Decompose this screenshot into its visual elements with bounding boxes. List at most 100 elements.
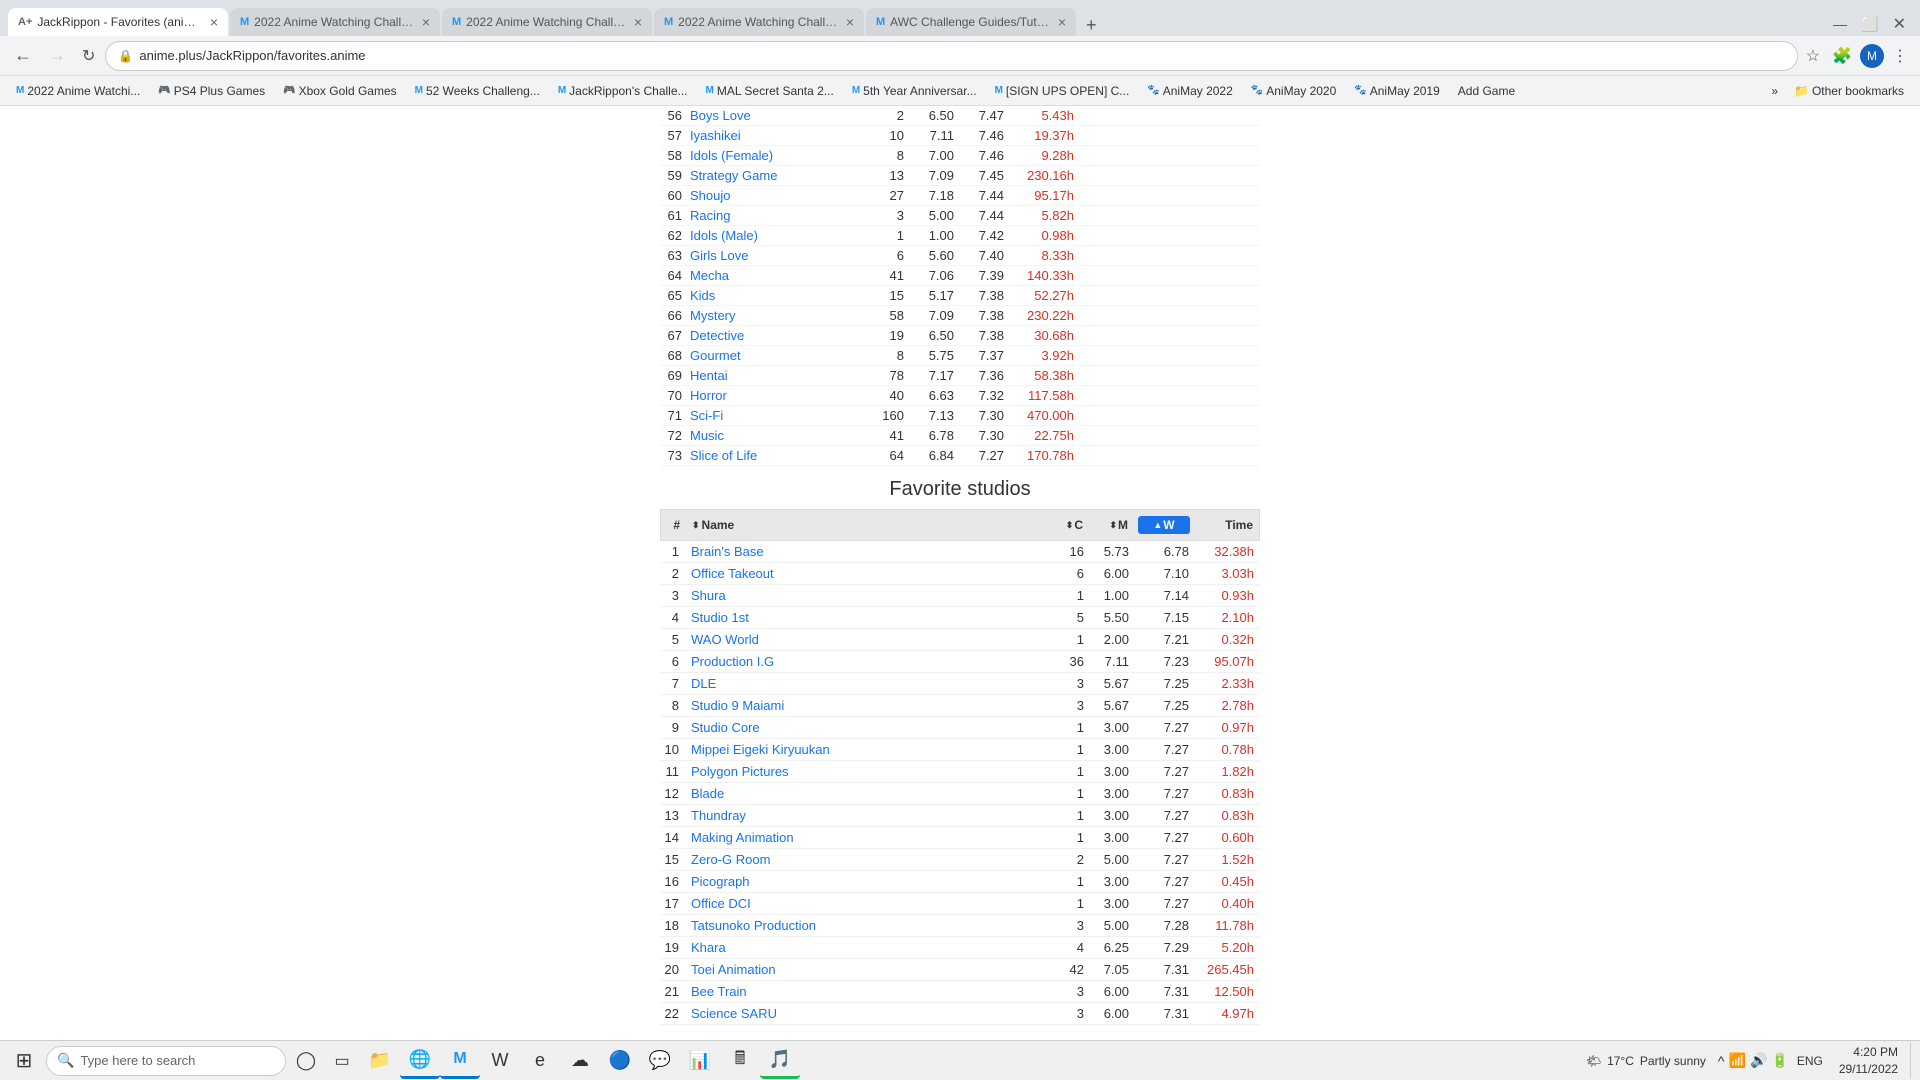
close-button[interactable]: ✕	[1887, 12, 1912, 36]
studio-name-13[interactable]: Thundray	[685, 808, 1045, 823]
studio-name-22[interactable]: Science SARU	[685, 1006, 1045, 1021]
studio-name-2[interactable]: Office Takeout	[685, 566, 1045, 581]
word-app[interactable]: W	[480, 1043, 520, 1079]
file-explorer-app[interactable]: 📁	[360, 1043, 400, 1079]
cortana-button[interactable]: ◯	[288, 1043, 324, 1079]
wechat-app[interactable]: 💬	[640, 1043, 680, 1079]
studio-name-11[interactable]: Polygon Pictures	[685, 764, 1045, 779]
header-w[interactable]: ▲ W	[1138, 516, 1190, 534]
genre-name-60[interactable]: Shoujo	[690, 188, 860, 203]
bookmark-malsanta[interactable]: M MAL Secret Santa 2...	[698, 82, 842, 100]
studio-name-3[interactable]: Shura	[685, 588, 1045, 603]
genre-name-70[interactable]: Horror	[690, 388, 860, 403]
bookmark-anime-watchi[interactable]: M 2022 Anime Watchi...	[8, 82, 148, 100]
bookmark-jackrippon[interactable]: M JackRippon's Challe...	[550, 82, 696, 100]
tab-2-close[interactable]: ×	[422, 14, 430, 30]
excel-app[interactable]: 📊	[680, 1043, 720, 1079]
tab-4-close[interactable]: ×	[846, 14, 854, 30]
header-time[interactable]: Time	[1194, 518, 1259, 532]
genre-name-69[interactable]: Hentai	[690, 368, 860, 383]
bookmark-ps4[interactable]: 🎮 PS4 Plus Games	[150, 82, 273, 100]
genre-name-56[interactable]: Boys Love	[690, 108, 860, 123]
address-bar[interactable]: 🔒 anime.plus/JackRippon/favorites.anime	[105, 41, 1797, 71]
edge-app[interactable]: e	[520, 1043, 560, 1079]
start-button[interactable]: ⊞	[4, 1043, 44, 1079]
new-tab-button[interactable]: +	[1078, 15, 1105, 36]
profile-icon[interactable]: M	[1860, 44, 1884, 68]
tray-speaker-icon[interactable]: 🔊	[1750, 1052, 1767, 1069]
tab-3-close[interactable]: ×	[634, 14, 642, 30]
studio-name-14[interactable]: Making Animation	[685, 830, 1045, 845]
studio-name-6[interactable]: Production I.G	[685, 654, 1045, 669]
tab-1-close[interactable]: ×	[210, 14, 218, 30]
genre-name-66[interactable]: Mystery	[690, 308, 860, 323]
genre-name-58[interactable]: Idols (Female)	[690, 148, 860, 163]
tab-1[interactable]: A+ JackRippon - Favorites (anime) - ×	[8, 8, 228, 36]
bookmark-other[interactable]: 📁 Other bookmarks	[1786, 82, 1912, 100]
taskview-button[interactable]: ▭	[324, 1043, 360, 1079]
bookmark-star-icon[interactable]: ☆	[1802, 42, 1824, 70]
bookmark-animay19[interactable]: 🐾 AniMay 2019	[1346, 82, 1448, 100]
tab-4[interactable]: M 2022 Anime Watching Challeng... ×	[654, 8, 864, 36]
studio-name-19[interactable]: Khara	[685, 940, 1045, 955]
forward-button[interactable]: →	[42, 41, 72, 70]
language-indicator[interactable]: ENG	[1793, 1054, 1827, 1068]
studio-name-18[interactable]: Tatsunoko Production	[685, 918, 1045, 933]
header-c[interactable]: ⬍ C	[1044, 518, 1089, 532]
spotify-app[interactable]: 🎵	[760, 1043, 800, 1079]
genre-name-59[interactable]: Strategy Game	[690, 168, 860, 183]
bookmark-52weeks[interactable]: M 52 Weeks Challeng...	[407, 82, 548, 100]
browser-app[interactable]: 🌐	[400, 1043, 440, 1079]
show-desktop-button[interactable]	[1910, 1043, 1916, 1079]
weather-widget[interactable]: 🌤 17°C Partly sunny	[1578, 1054, 1714, 1068]
onedrive-app[interactable]: ☁	[560, 1043, 600, 1079]
studio-name-15[interactable]: Zero-G Room	[685, 852, 1045, 867]
tray-arrow-icon[interactable]: ^	[1718, 1053, 1725, 1069]
genre-name-61[interactable]: Racing	[690, 208, 860, 223]
studio-name-17[interactable]: Office DCI	[685, 896, 1045, 911]
bookmark-signups[interactable]: M [SIGN UPS OPEN] C...	[987, 82, 1138, 100]
maximize-button[interactable]: ⬜	[1855, 14, 1884, 35]
genre-name-68[interactable]: Gourmet	[690, 348, 860, 363]
studio-name-20[interactable]: Toei Animation	[685, 962, 1045, 977]
genre-name-63[interactable]: Girls Love	[690, 248, 860, 263]
bookmark-xbox[interactable]: 🎮 Xbox Gold Games	[275, 82, 405, 100]
mal-app[interactable]: M	[440, 1043, 480, 1079]
settings-icon[interactable]: ⋮	[1888, 42, 1912, 70]
studio-name-1[interactable]: Brain's Base	[685, 544, 1045, 559]
chrome-app[interactable]: 🔵	[600, 1043, 640, 1079]
calculator-app[interactable]: 🖩	[720, 1043, 760, 1079]
studio-name-21[interactable]: Bee Train	[685, 984, 1045, 999]
studio-name-9[interactable]: Studio Core	[685, 720, 1045, 735]
studio-name-7[interactable]: DLE	[685, 676, 1045, 691]
genre-name-71[interactable]: Sci-Fi	[690, 408, 860, 423]
genre-name-65[interactable]: Kids	[690, 288, 860, 303]
refresh-button[interactable]: ↻	[76, 42, 101, 70]
extensions-icon[interactable]: 🧩	[1828, 42, 1856, 70]
studio-name-12[interactable]: Blade	[685, 786, 1045, 801]
bookmark-animay22[interactable]: 🐾 AniMay 2022	[1139, 82, 1241, 100]
tab-5[interactable]: M AWC Challenge Guides/Tutorials:... ×	[866, 8, 1076, 36]
genre-name-57[interactable]: Iyashikei	[690, 128, 860, 143]
taskbar-search-box[interactable]: 🔍 Type here to search	[46, 1046, 286, 1076]
bookmark-5thanniv[interactable]: M 5th Year Anniversar...	[844, 82, 985, 100]
back-button[interactable]: ←	[8, 41, 38, 70]
header-m[interactable]: ⬍ M	[1089, 518, 1134, 532]
bookmarks-more[interactable]: »	[1765, 82, 1784, 100]
tab-5-close[interactable]: ×	[1058, 14, 1066, 30]
studio-name-16[interactable]: Picograph	[685, 874, 1045, 889]
tab-2[interactable]: M 2022 Anime Watching Challenge... ×	[230, 8, 440, 36]
studio-name-8[interactable]: Studio 9 Maiami	[685, 698, 1045, 713]
tab-3[interactable]: M 2022 Anime Watching Challenge... ×	[442, 8, 652, 36]
genre-name-62[interactable]: Idols (Male)	[690, 228, 860, 243]
minimize-button[interactable]: —	[1827, 14, 1853, 34]
genre-name-64[interactable]: Mecha	[690, 268, 860, 283]
genre-name-67[interactable]: Detective	[690, 328, 860, 343]
studio-name-5[interactable]: WAO World	[685, 632, 1045, 647]
clock[interactable]: 4:20 PM 29/11/2022	[1831, 1044, 1906, 1078]
bookmark-addgame[interactable]: Add Game	[1450, 82, 1523, 100]
bookmark-animay20[interactable]: 🐾 AniMay 2020	[1243, 82, 1345, 100]
header-name[interactable]: ⬍ Name	[686, 518, 1044, 532]
genre-name-73[interactable]: Slice of Life	[690, 448, 860, 463]
studio-name-10[interactable]: Mippei Eigeki Kiryuukan	[685, 742, 1045, 757]
